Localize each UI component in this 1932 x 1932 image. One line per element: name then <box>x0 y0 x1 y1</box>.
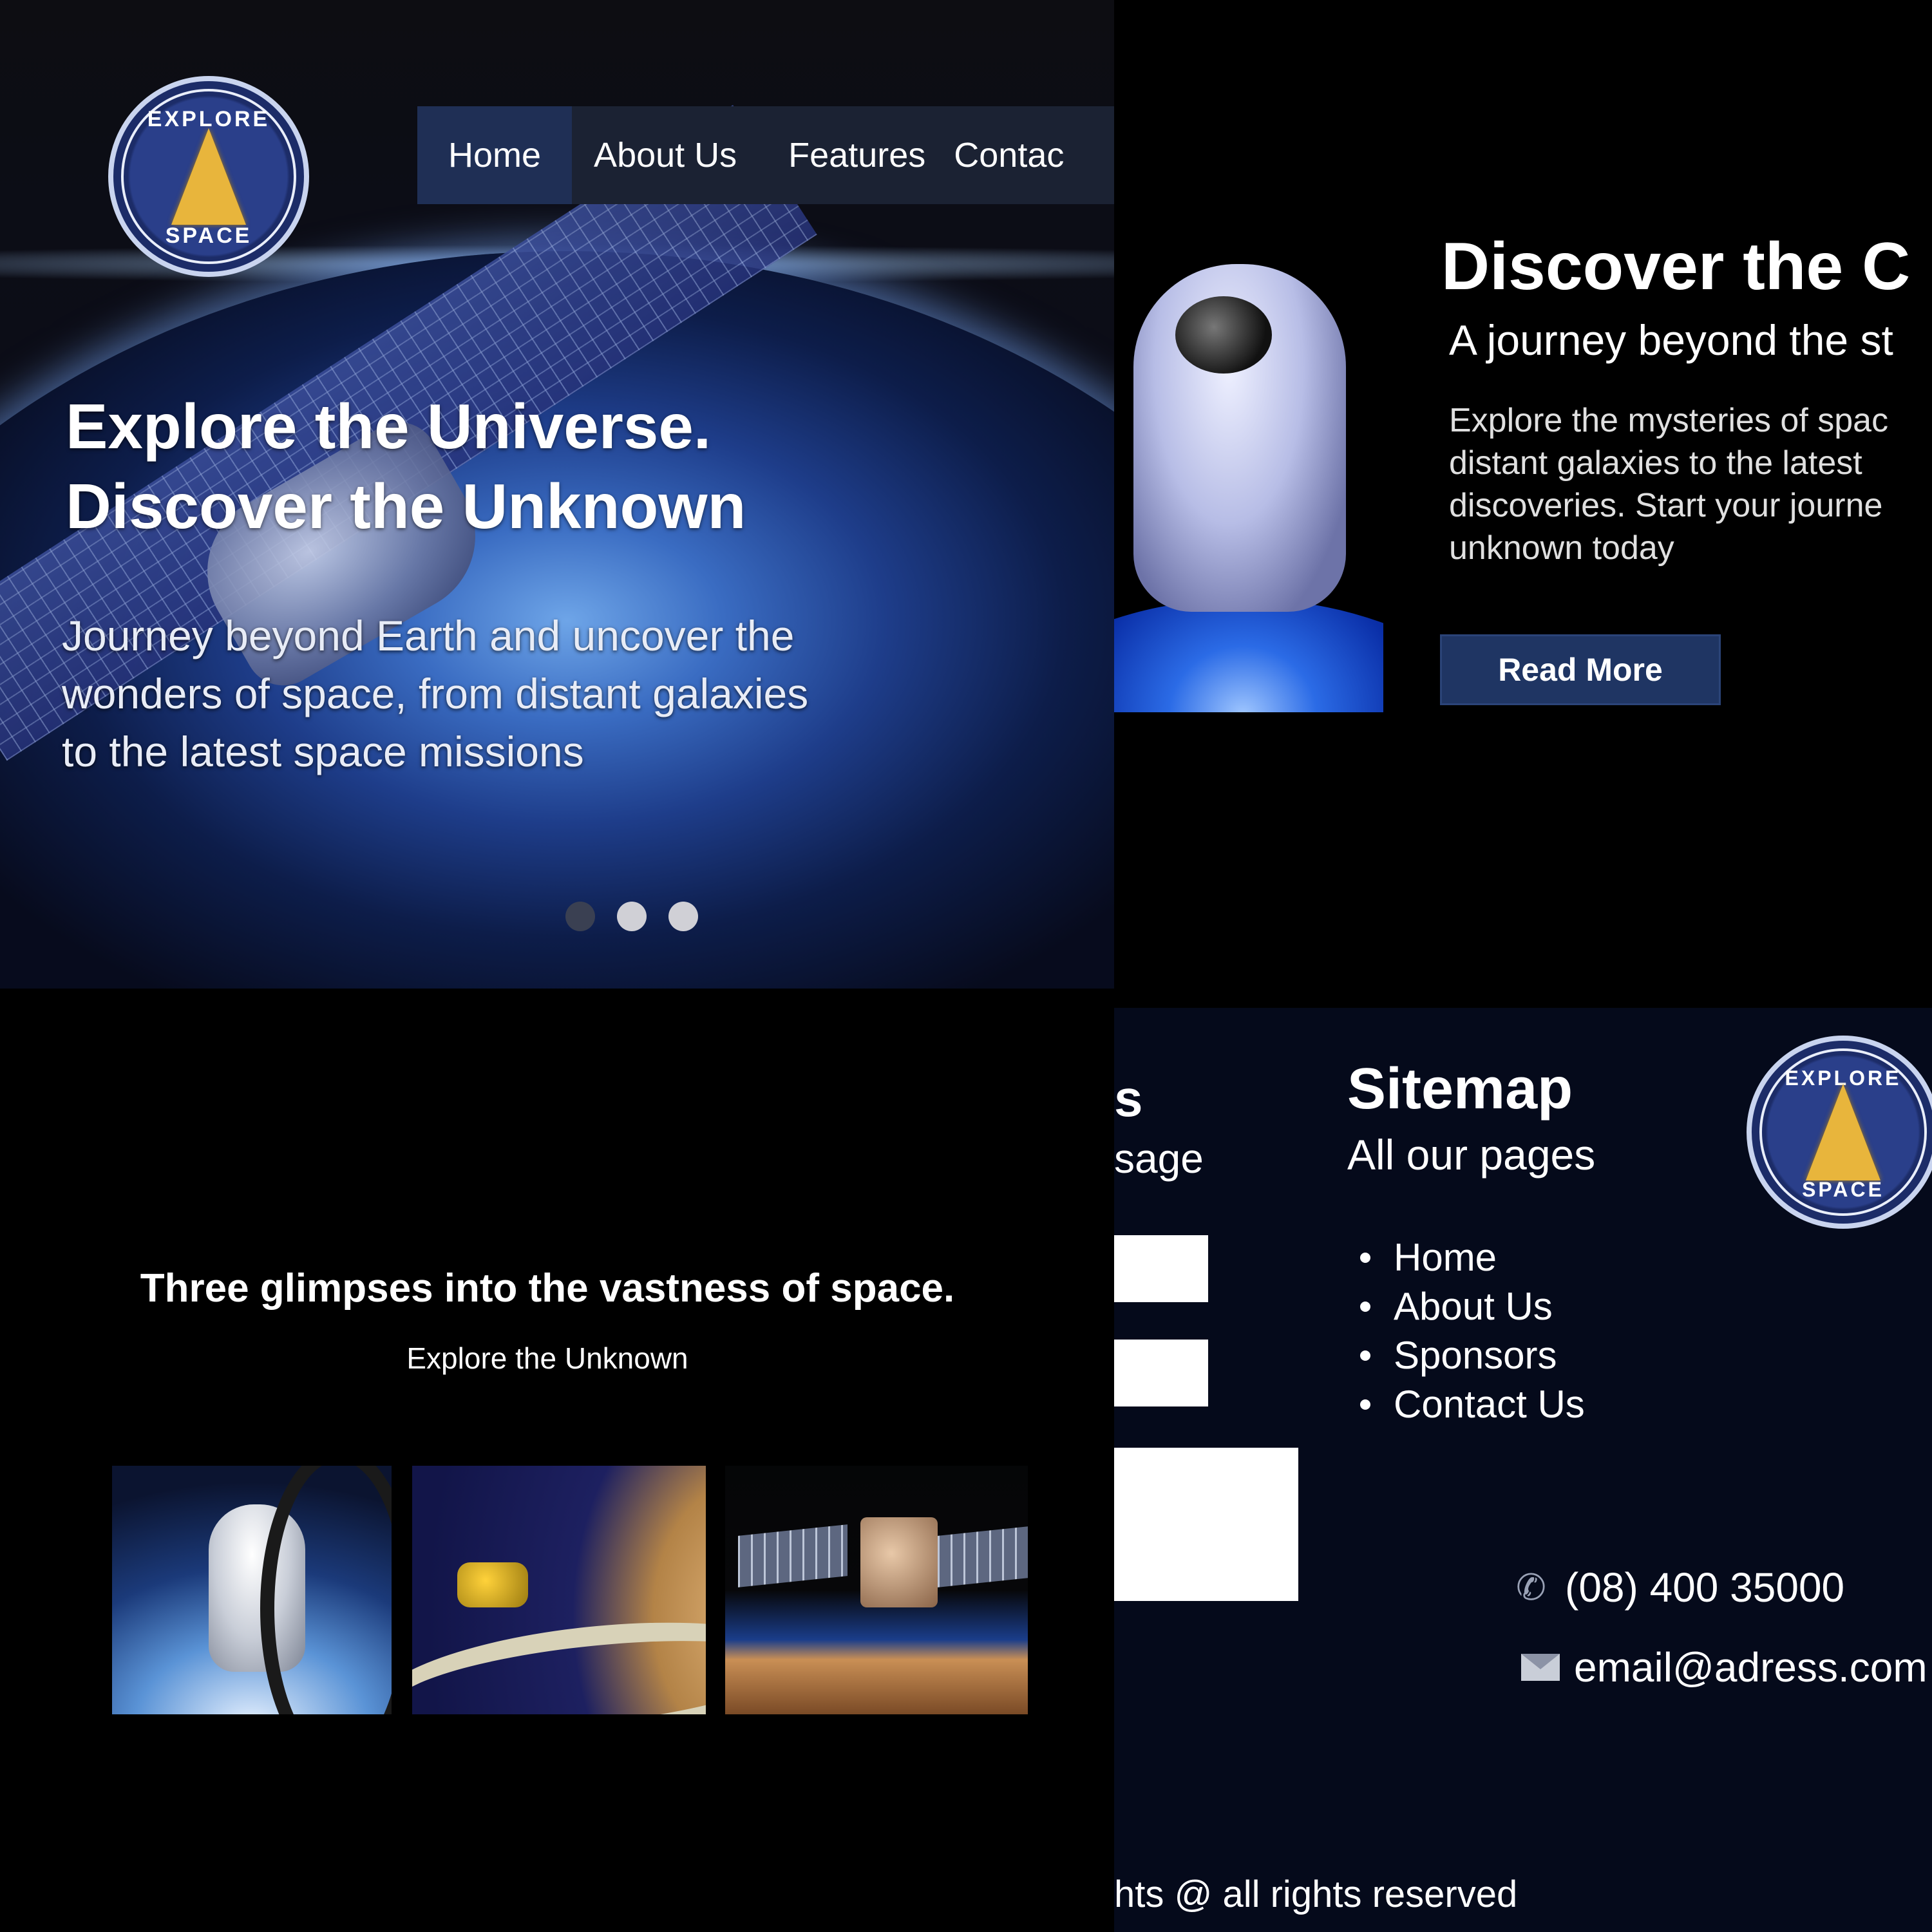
logo-arrow-icon <box>171 128 246 225</box>
nav-item-home[interactable]: Home <box>417 106 573 204</box>
discover-body-line-4: unknown today <box>1449 529 1674 567</box>
discover-section: Discover the C A journey beyond the st E… <box>1114 0 1932 1008</box>
phone-icon: ✆ <box>1516 1567 1546 1607</box>
gallery-image-saturn-probe[interactable] <box>412 1466 706 1714</box>
thumb-satellite-body <box>860 1517 938 1607</box>
logo-bottom-text: SPACE <box>1802 1178 1884 1201</box>
thumb-probe <box>457 1562 528 1607</box>
thumb-satellite-wing-left <box>738 1524 848 1587</box>
astronaut-image <box>1114 251 1383 712</box>
bullet-icon <box>1360 1253 1370 1263</box>
sitemap-link-label: Sponsors <box>1394 1334 1557 1377</box>
contact-phone-number: (08) 400 35000 <box>1565 1564 1845 1611</box>
discover-body-line-1: Explore the mysteries of spac <box>1449 402 1889 439</box>
sitemap-link-sponsors[interactable]: Sponsors <box>1347 1331 1585 1380</box>
bullet-icon <box>1360 1350 1370 1361</box>
discover-body-line-2: distant galaxies to the latest <box>1449 444 1862 482</box>
read-more-button[interactable]: Read More <box>1440 634 1721 705</box>
carousel-dot-3[interactable] <box>668 902 698 931</box>
logo-arrow-icon <box>1806 1084 1880 1180</box>
glimpses-section <box>0 989 1114 1932</box>
sitemap-link-label: About Us <box>1394 1285 1553 1328</box>
contact-title-fragment: s <box>1114 1070 1143 1127</box>
hero-section: EXPLORE SPACE Home About Us Features Con… <box>0 0 1114 989</box>
astronaut-planet-image <box>1114 599 1383 712</box>
mail-icon <box>1521 1654 1560 1681</box>
sitemap-link-home[interactable]: Home <box>1347 1233 1585 1282</box>
contact-message-textarea[interactable] <box>1114 1448 1298 1601</box>
hero-subtitle-line-1: Journey beyond Earth and uncover the <box>62 612 795 659</box>
sitemap-link-about-us[interactable]: About Us <box>1347 1282 1585 1331</box>
discover-title: Discover the C <box>1441 229 1911 304</box>
thumb-satellite-wing-right <box>938 1524 1028 1587</box>
hero-title-line-1: Explore the Universe. <box>66 391 712 462</box>
hero-title: Explore the Universe. Discover the Unkno… <box>66 386 1032 546</box>
glimpses-title: Three glimpses into the vastness of spac… <box>140 1266 955 1311</box>
contact-phone[interactable]: ✆ (08) 400 35000 <box>1516 1564 1844 1611</box>
glimpses-subtitle: Explore the Unknown <box>406 1341 688 1375</box>
discover-tagline: A journey beyond the st <box>1449 316 1893 364</box>
thumb-window-rim <box>260 1466 392 1714</box>
contact-email[interactable]: email@adress.com <box>1521 1643 1927 1691</box>
sitemap-link-label: Contact Us <box>1394 1383 1585 1426</box>
main-nav: Home About Us Features Contac <box>417 106 1114 204</box>
logo-bottom-text: SPACE <box>165 223 252 248</box>
bullet-icon <box>1360 1399 1370 1410</box>
sitemap-subtitle: All our pages <box>1347 1131 1596 1179</box>
carousel-dots <box>565 902 698 931</box>
footer-logo[interactable]: EXPLORE SPACE <box>1747 1036 1932 1229</box>
copyright-text: hts @ all rights reserved <box>1114 1873 1518 1915</box>
hero-subtitle: Journey beyond Earth and uncover the won… <box>62 607 1066 781</box>
carousel-dot-1[interactable] <box>565 902 595 931</box>
sitemap-link-contact-us[interactable]: Contact Us <box>1347 1380 1585 1429</box>
hero-subtitle-line-2: wonders of space, from distant galaxies <box>62 670 809 717</box>
astronaut-visor-image <box>1175 296 1272 374</box>
nav-item-contact[interactable]: Contac <box>925 106 1064 204</box>
sitemap-links: Home About Us Sponsors Contact Us <box>1347 1233 1585 1429</box>
nav-item-about-us[interactable]: About Us <box>572 106 737 204</box>
contact-email-address: email@adress.com <box>1574 1644 1927 1690</box>
hero-title-line-2: Discover the Unknown <box>66 471 746 542</box>
contact-name-input[interactable] <box>1114 1235 1208 1302</box>
sitemap-link-label: Home <box>1394 1236 1497 1279</box>
site-logo[interactable]: EXPLORE SPACE <box>108 76 309 277</box>
contact-email-input[interactable] <box>1114 1340 1208 1406</box>
hero-subtitle-line-3: to the latest space missions <box>62 728 584 775</box>
sitemap-title: Sitemap <box>1347 1057 1573 1121</box>
gallery-image-satellite[interactable] <box>725 1466 1028 1714</box>
bullet-icon <box>1360 1302 1370 1312</box>
nav-item-features[interactable]: Features <box>737 106 925 204</box>
discover-body: Explore the mysteries of spac distant ga… <box>1449 399 1932 569</box>
carousel-dot-2[interactable] <box>617 902 647 931</box>
gallery-image-astronaut[interactable] <box>112 1466 392 1714</box>
discover-body-line-3: discoveries. Start your journe <box>1449 487 1883 524</box>
contact-message-fragment: sage <box>1114 1135 1204 1182</box>
thumb-saturn-ring <box>412 1604 706 1714</box>
